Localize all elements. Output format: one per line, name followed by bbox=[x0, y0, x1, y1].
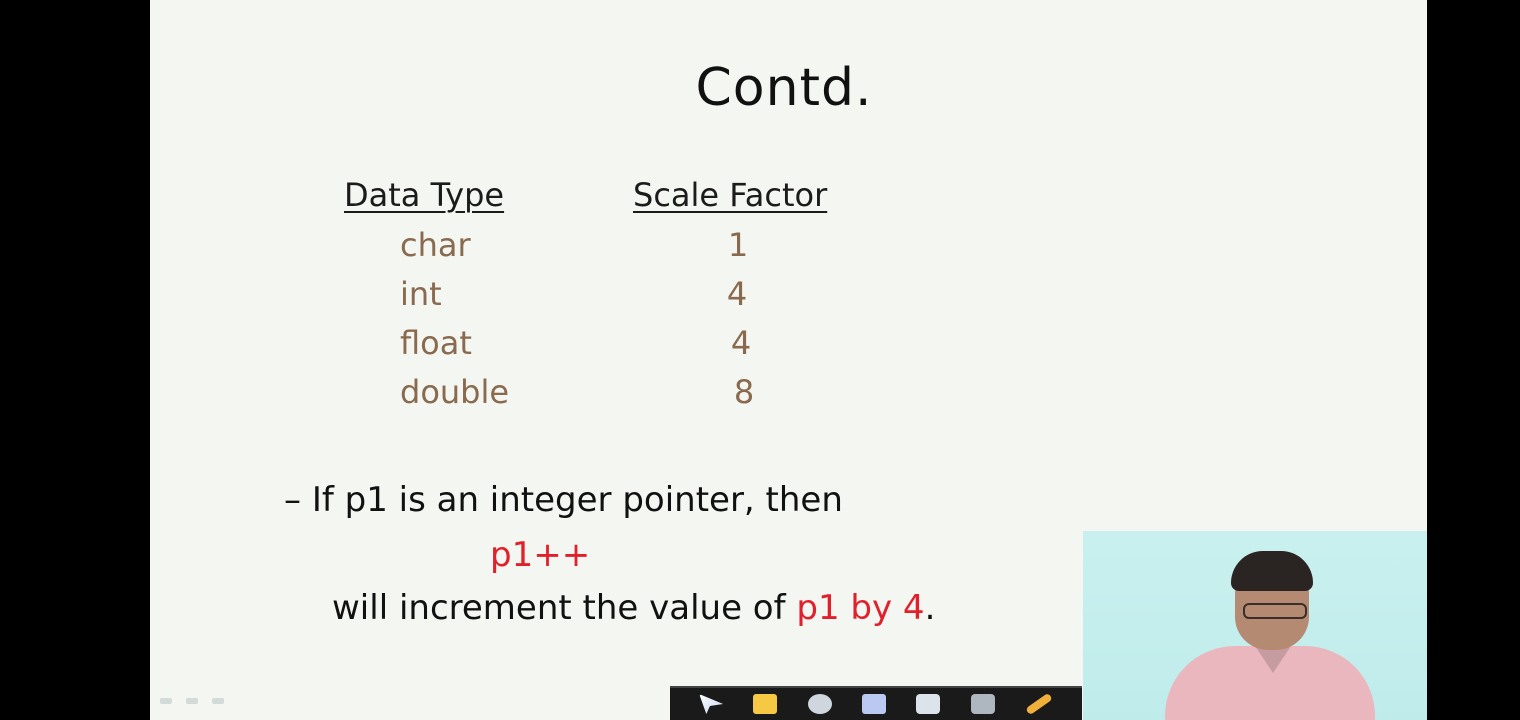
pointer-icon[interactable] bbox=[699, 694, 724, 714]
marker-icon[interactable] bbox=[1025, 692, 1053, 716]
letterbox-right bbox=[1427, 0, 1520, 720]
presenter-hair bbox=[1231, 551, 1313, 591]
presenter-video bbox=[1083, 531, 1427, 720]
data-type-cell: char bbox=[400, 226, 471, 264]
pen-icon[interactable] bbox=[861, 694, 886, 714]
slide-title: Contd. bbox=[695, 58, 873, 118]
next-slide-icon[interactable] bbox=[212, 698, 224, 704]
increment-highlight: p1 by 4 bbox=[796, 588, 925, 628]
header-data-type: Data Type bbox=[344, 176, 505, 214]
annotation-toolbar bbox=[670, 686, 1082, 720]
previous-slide-icon[interactable] bbox=[160, 698, 172, 704]
slide-navigation bbox=[160, 698, 224, 704]
header-scale-factor: Scale Factor bbox=[633, 176, 828, 214]
bullet-text: If p1 is an integer pointer, then bbox=[311, 480, 843, 520]
scale-factor-cell: 4 bbox=[726, 275, 748, 313]
increment-explanation: will increment the value of p1 by 4. bbox=[332, 588, 935, 628]
data-type-cell: float bbox=[400, 324, 472, 362]
scale-factor-cell: 1 bbox=[727, 226, 749, 264]
table-row: char 1 bbox=[150, 226, 1050, 274]
letterbox-left bbox=[0, 0, 150, 720]
lecture-slide: Contd. Data Type Scale Factor char 1 int… bbox=[150, 0, 1427, 720]
code-expression: p1++ bbox=[490, 535, 591, 575]
table-row: double 8 bbox=[150, 373, 1050, 421]
slide-menu-icon[interactable] bbox=[186, 698, 198, 704]
eraser-icon[interactable] bbox=[916, 694, 941, 714]
data-type-cell: int bbox=[400, 275, 442, 313]
folder-icon[interactable] bbox=[753, 694, 778, 714]
scale-factor-cell: 4 bbox=[730, 324, 752, 362]
gear-icon[interactable] bbox=[807, 694, 832, 714]
increment-prefix: will increment the value of bbox=[332, 588, 797, 628]
presenter-glasses bbox=[1243, 603, 1307, 619]
whiteboard-icon[interactable] bbox=[970, 694, 995, 714]
increment-suffix: . bbox=[924, 588, 936, 628]
bullet-point: – If p1 is an integer pointer, then bbox=[284, 480, 843, 520]
table-row: int 4 bbox=[150, 275, 1050, 323]
bullet-dash: – bbox=[284, 480, 301, 520]
table-row: float 4 bbox=[150, 324, 1050, 372]
scale-factor-cell: 8 bbox=[733, 373, 755, 411]
data-type-cell: double bbox=[400, 373, 510, 411]
